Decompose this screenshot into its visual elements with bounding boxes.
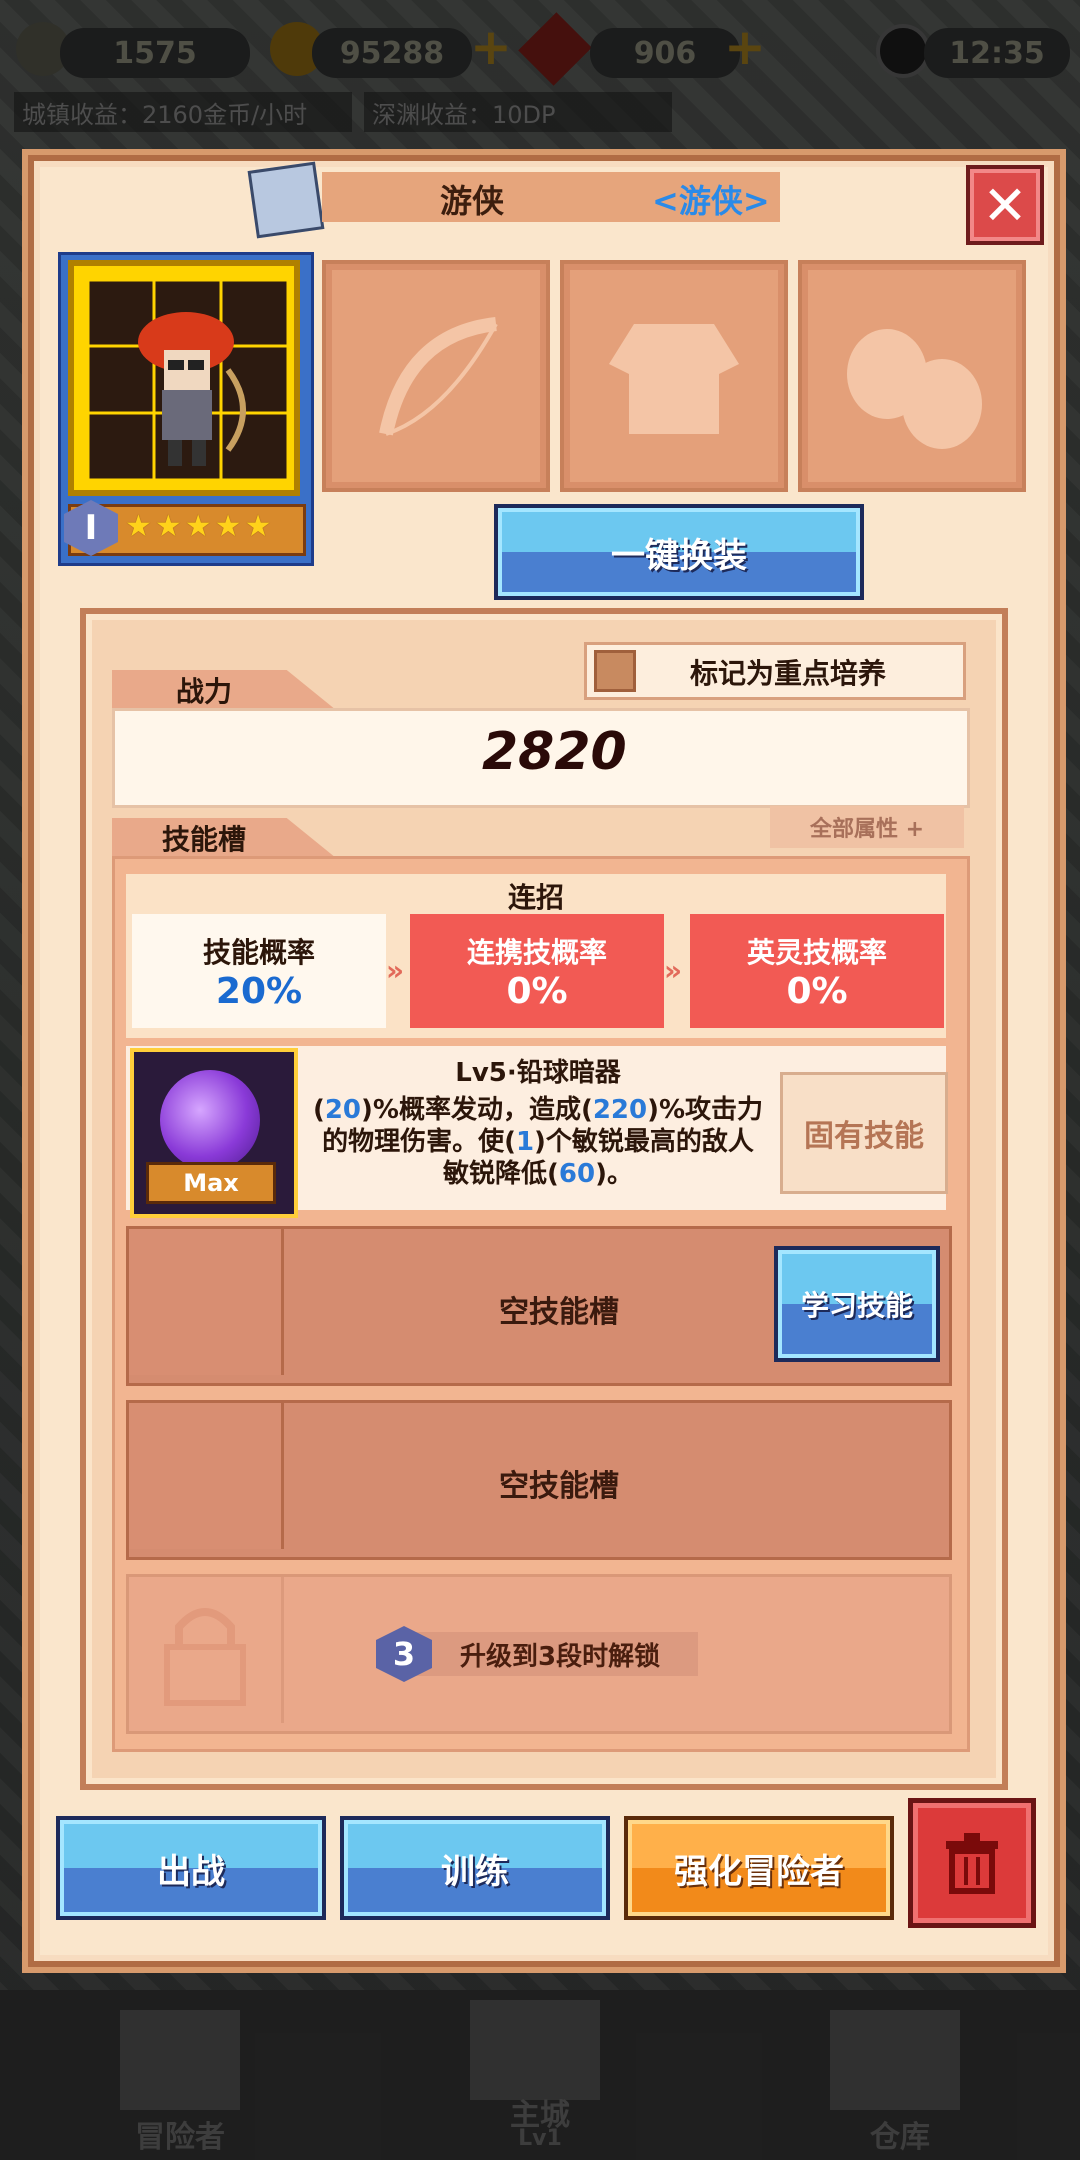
- desc-text: 的物理伤害。使(: [322, 1127, 516, 1157]
- lead-ball-icon: [160, 1070, 260, 1170]
- desc-text: (: [312, 1095, 325, 1125]
- desc-text: )%攻击力: [647, 1095, 764, 1125]
- desc-text: )。: [595, 1159, 633, 1189]
- empty-skill-slot-2[interactable]: 空技能槽: [126, 1400, 952, 1560]
- prob-skill: 技能概率 20%: [132, 914, 386, 1028]
- delete-hero-button[interactable]: [908, 1798, 1036, 1928]
- mark-focus-label: 标记为重点培养: [690, 657, 887, 690]
- power-label: 战力: [175, 675, 232, 708]
- unlock-hint: 升级到3段时解锁: [402, 1632, 698, 1676]
- quick-equip-button[interactable]: 一键换装: [494, 504, 864, 600]
- chevron-right-icon: »: [664, 954, 683, 987]
- empty-slot-pattern-icon: [129, 1229, 284, 1375]
- boots-icon: [847, 329, 982, 449]
- empty-slot-label: 空技能槽: [499, 1295, 619, 1330]
- trash-icon: [946, 1833, 998, 1894]
- prob-spirit-name: 英灵技概率: [746, 935, 887, 969]
- skill-name: Lv5·铅球暗器: [455, 1058, 621, 1088]
- enhance-button[interactable]: 强化冒险者: [624, 1816, 894, 1920]
- skills-label: 技能槽: [161, 823, 246, 856]
- prob-skill-value: 20%: [215, 970, 303, 1012]
- prob-link: 连携技概率 0%: [410, 914, 664, 1028]
- rank-value: I: [84, 508, 98, 548]
- combo-title: 连招: [508, 881, 565, 914]
- prob-link-value: 0%: [506, 970, 568, 1012]
- unlock-level: 3: [392, 1635, 416, 1673]
- desc-number: 220: [592, 1095, 648, 1125]
- desc-number: 20: [324, 1095, 362, 1125]
- close-button[interactable]: ✕: [966, 165, 1044, 245]
- equip-slot-weapon[interactable]: [322, 260, 550, 492]
- deploy-button[interactable]: 出战: [56, 1816, 326, 1920]
- lock-icon: [129, 1577, 284, 1723]
- star-rating: ★★★★★: [125, 509, 275, 544]
- ranger-sprite-icon: [86, 278, 290, 482]
- armor-icon: [609, 324, 739, 434]
- rename-icon[interactable]: [247, 161, 325, 239]
- desc-number: 1: [515, 1127, 535, 1157]
- mark-focus-checkbox[interactable]: [594, 650, 636, 692]
- empty-slot-pattern-icon: [129, 1403, 284, 1549]
- equip-slot-boots[interactable]: [798, 260, 1026, 492]
- prob-spirit: 英灵技概率 0%: [690, 914, 944, 1028]
- innate-skill-badge: 固有技能: [780, 1072, 948, 1194]
- desc-text: )个敏锐最高的敌人: [534, 1127, 754, 1157]
- desc-text: 敏锐降低(: [443, 1159, 559, 1189]
- hero-sprite-area: [84, 276, 292, 484]
- chevron-right-icon: »: [386, 954, 405, 987]
- hero-class-tag: <游侠>: [652, 182, 770, 220]
- close-icon: ✕: [982, 173, 1028, 237]
- prob-spirit-value: 0%: [786, 970, 848, 1012]
- power-value: 2820: [482, 722, 627, 782]
- learn-skill-button[interactable]: 学习技能: [774, 1246, 940, 1362]
- hero-name: 游侠: [440, 182, 505, 220]
- all-attributes-button[interactable]: 全部属性 +: [770, 806, 964, 848]
- desc-text: )%概率发动，造成(: [361, 1095, 593, 1125]
- skill-description: (20)%概率发动，造成(220)%攻击力 的物理伤害。使(1)个敏锐最高的敌人…: [296, 1094, 780, 1190]
- empty-slot-label: 空技能槽: [499, 1469, 619, 1504]
- prob-link-name: 连携技概率: [466, 935, 607, 969]
- train-button[interactable]: 训练: [340, 1816, 610, 1920]
- desc-number: 60: [558, 1159, 596, 1189]
- equip-slot-armor[interactable]: [560, 260, 788, 492]
- bow-icon: [379, 317, 498, 436]
- unlock-text: 升级到3段时解锁: [460, 1641, 661, 1672]
- prob-skill-name: 技能概率: [202, 935, 315, 969]
- max-level-tag: Max: [146, 1162, 276, 1204]
